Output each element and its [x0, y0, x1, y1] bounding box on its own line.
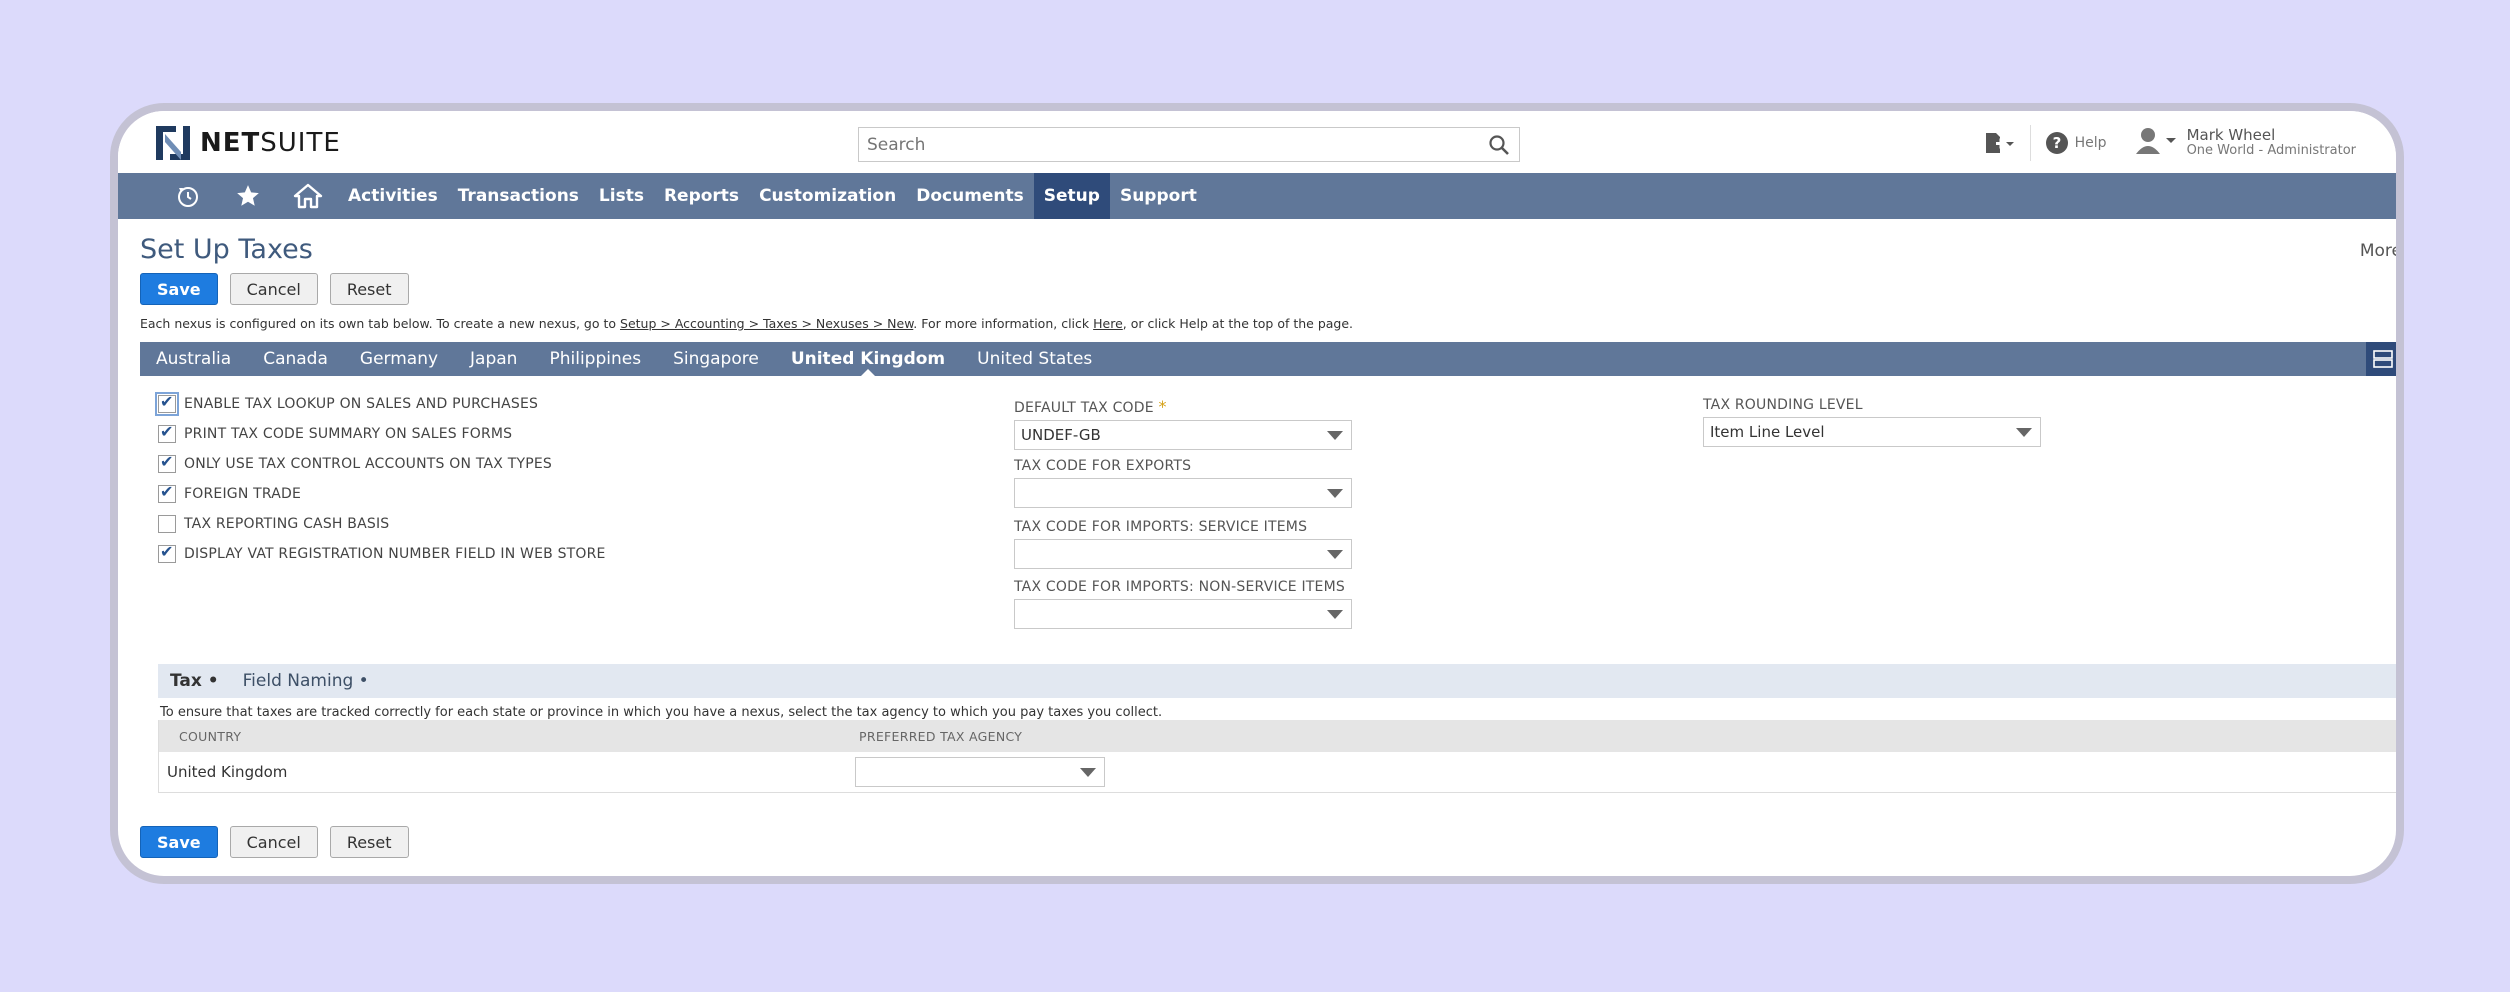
tab-germany[interactable]: Germany [344, 342, 454, 376]
option-print-tax-code-summary: PRINT TAX CODE SUMMARY ON SALES FORMS [158, 419, 606, 449]
option-enable-tax-lookup: ENABLE TAX LOOKUP ON SALES AND PURCHASES [155, 389, 606, 419]
chevron-down-icon[interactable] [2016, 427, 2032, 437]
cancel-button[interactable]: Cancel [229, 273, 318, 305]
nexus-tabs: Australia Canada Germany Japan Philippin… [140, 342, 2396, 376]
info-text: Each nexus is configured on its own tab … [140, 316, 1354, 331]
main-nav: Activities Transactions Lists Reports Cu… [118, 173, 2396, 219]
save-button[interactable]: Save [140, 273, 218, 305]
required-marker: * [1158, 397, 1167, 416]
nav-reports[interactable]: Reports [654, 173, 749, 219]
option-tax-control-accounts: ONLY USE TAX CONTROL ACCOUNTS ON TAX TYP… [158, 449, 606, 479]
nav-lists[interactable]: Lists [589, 173, 654, 219]
svg-text:?: ? [2052, 134, 2061, 152]
user-name: Mark Wheel [2186, 126, 2276, 144]
favorites-star-icon[interactable] [218, 173, 278, 219]
home-icon[interactable] [278, 173, 338, 219]
top-button-bar: Save Cancel Reset [140, 273, 409, 305]
tab-philippines[interactable]: Philippines [533, 342, 657, 376]
nav-support[interactable]: Support [1110, 173, 1207, 219]
page-title: Set Up Taxes [140, 234, 313, 265]
layout-toggle-icon[interactable] [2366, 342, 2396, 376]
table-row: United Kingdom [159, 752, 2396, 792]
tab-singapore[interactable]: Singapore [657, 342, 775, 376]
preferred-tax-agency-select[interactable] [855, 757, 1105, 787]
column-preferred-tax-agency: PREFERRED TAX AGENCY [859, 728, 1023, 744]
tax-rounding-level-select[interactable]: Item Line Level [1703, 417, 2041, 447]
subtab-field-naming[interactable]: Field Naming • [231, 671, 381, 691]
cancel-button-bottom[interactable]: Cancel [229, 826, 318, 858]
checkbox-foreign-trade[interactable] [158, 482, 176, 503]
help-icon[interactable]: ? [2045, 131, 2069, 155]
reset-button[interactable]: Reset [329, 273, 409, 305]
tax-agency-table: COUNTRY PREFERRED TAX AGENCY United King… [158, 720, 2396, 793]
tax-code-imports-nonservice-select[interactable] [1014, 599, 1352, 629]
create-new-icon[interactable] [1982, 129, 2016, 157]
chevron-down-icon[interactable] [1327, 609, 1343, 619]
tax-code-exports-select[interactable] [1014, 478, 1352, 508]
header-actions: ? Help Mark Wheel One World - Administra… [1982, 123, 2356, 163]
subtab-note: To ensure that taxes are tracked correct… [160, 705, 1163, 720]
global-search[interactable] [858, 127, 1520, 162]
default-tax-code-field: DEFAULT TAX CODE * UNDEF-GB [1014, 397, 1352, 450]
chevron-down-icon[interactable] [1327, 430, 1343, 440]
option-foreign-trade: FOREIGN TRADE [158, 479, 606, 509]
nav-activities[interactable]: Activities [338, 173, 448, 219]
help-link[interactable]: Help [2075, 135, 2107, 151]
here-link[interactable]: Here [1093, 316, 1123, 331]
bottom-button-bar: Save Cancel Reset [140, 826, 409, 858]
logo-text: NETSUITE [200, 128, 341, 158]
tax-code-exports-field: TAX CODE FOR EXPORTS [1014, 458, 1352, 508]
more-link[interactable]: More [2360, 241, 2396, 261]
nav-setup[interactable]: Setup [1033, 173, 1110, 219]
tax-code-imports-service-field: TAX CODE FOR IMPORTS: SERVICE ITEMS [1014, 519, 1352, 569]
top-header: NETSUITE ? Help Mark Wheel [118, 111, 2396, 173]
tab-united-kingdom[interactable]: United Kingdom [775, 342, 961, 376]
table-header: COUNTRY PREFERRED TAX AGENCY [159, 720, 2396, 752]
nav-documents[interactable]: Documents [906, 173, 1034, 219]
tab-australia[interactable]: Australia [140, 342, 247, 376]
tax-options: ENABLE TAX LOOKUP ON SALES AND PURCHASES… [155, 389, 606, 569]
option-tax-reporting-cash-basis: TAX REPORTING CASH BASIS [158, 509, 606, 539]
tab-japan[interactable]: Japan [454, 342, 533, 376]
chevron-down-icon[interactable] [1080, 767, 1096, 777]
tax-code-imports-service-select[interactable] [1014, 539, 1352, 569]
checkbox-enable-tax-lookup[interactable] [155, 392, 179, 416]
header-divider [2029, 125, 2031, 161]
tax-code-imports-nonservice-field: TAX CODE FOR IMPORTS: NON-SERVICE ITEMS [1014, 579, 1352, 629]
subtab-bar: Tax • Field Naming • [158, 664, 2396, 698]
checkbox-tax-reporting-cash-basis[interactable] [158, 515, 176, 533]
tab-canada[interactable]: Canada [247, 342, 344, 376]
recent-records-icon[interactable] [158, 173, 218, 219]
reset-button-bottom[interactable]: Reset [329, 826, 409, 858]
chevron-down-icon[interactable] [1327, 488, 1343, 498]
tab-united-states[interactable]: United States [961, 342, 1108, 376]
save-button-bottom[interactable]: Save [140, 826, 218, 858]
netsuite-logo[interactable]: NETSUITE [154, 124, 341, 162]
netsuite-logo-icon [154, 124, 192, 162]
user-role: One World - Administrator [2186, 143, 2356, 158]
chevron-down-icon[interactable] [1327, 549, 1343, 559]
checkbox-tax-control-accounts[interactable] [158, 452, 176, 473]
avatar-icon [2133, 126, 2177, 160]
search-input[interactable] [859, 127, 1479, 162]
checkbox-print-tax-code-summary[interactable] [158, 422, 176, 443]
search-icon[interactable] [1479, 134, 1519, 156]
nexus-path-link[interactable]: Setup > Accounting > Taxes > Nexuses > N… [620, 316, 913, 331]
column-country: COUNTRY [179, 728, 242, 744]
option-display-vat-registration: DISPLAY VAT REGISTRATION NUMBER FIELD IN… [158, 539, 606, 569]
cell-country: United Kingdom [167, 763, 288, 781]
tax-rounding-level-field: TAX ROUNDING LEVEL Item Line Level [1703, 397, 2041, 447]
checkbox-display-vat-registration[interactable] [158, 542, 176, 563]
nav-customization[interactable]: Customization [749, 173, 906, 219]
nav-transactions[interactable]: Transactions [448, 173, 589, 219]
app-window: NETSUITE ? Help Mark Wheel [110, 103, 2404, 884]
user-menu[interactable]: Mark Wheel One World - Administrator [2133, 126, 2356, 160]
default-tax-code-select[interactable]: UNDEF-GB [1014, 420, 1352, 450]
subtab-tax[interactable]: Tax • [158, 671, 231, 691]
